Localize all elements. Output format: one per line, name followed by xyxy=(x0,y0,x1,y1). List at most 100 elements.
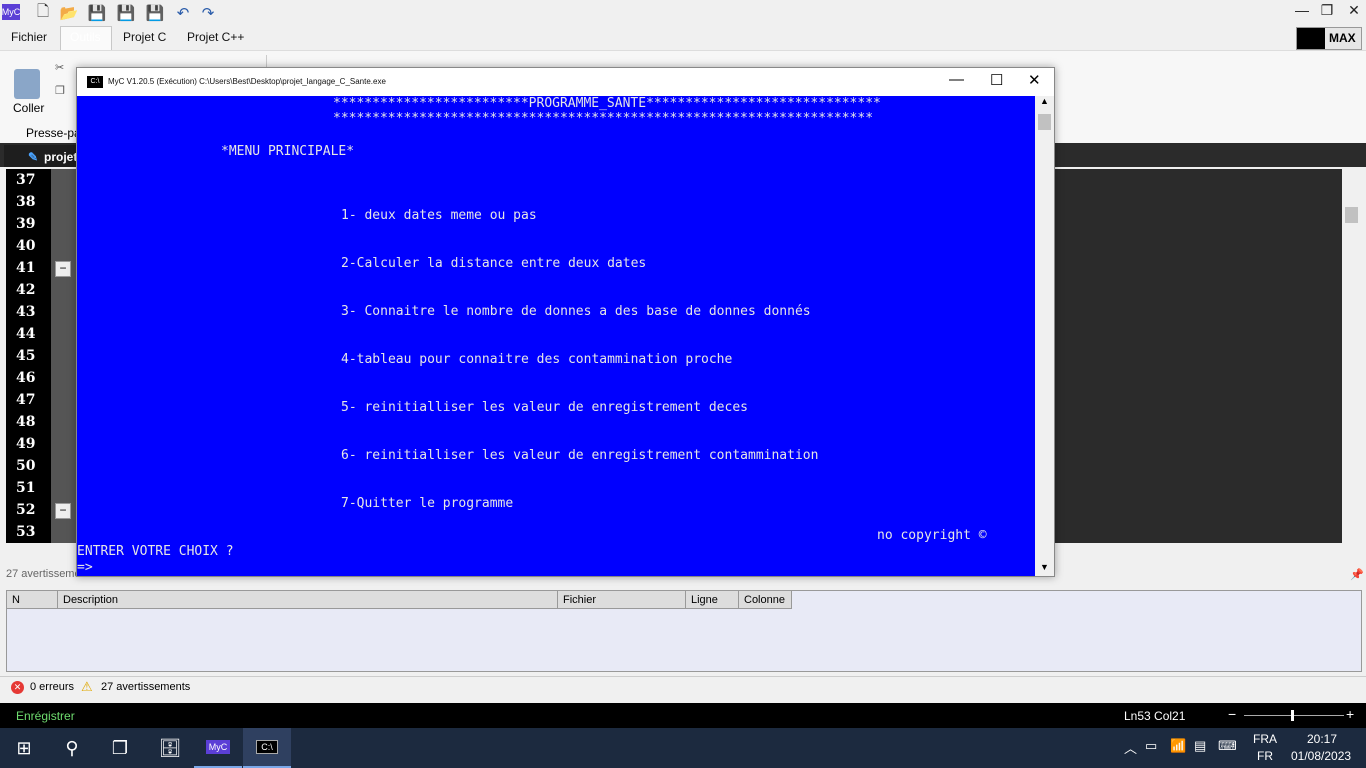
zoom-in-icon[interactable]: + xyxy=(1346,706,1354,722)
task-view-icon[interactable]: ❐ xyxy=(96,728,144,768)
cut-icon[interactable]: ✂ xyxy=(55,61,64,74)
zoom-out-icon[interactable]: − xyxy=(1228,706,1236,722)
app-logo-icon: MyC xyxy=(2,4,20,20)
close-icon[interactable]: ✕ xyxy=(1340,2,1366,22)
max-label: MAX xyxy=(1329,31,1356,45)
menu-title: *MENU PRINCIPALE* xyxy=(221,144,355,159)
console-taskbar-icon[interactable]: C:\ xyxy=(243,728,291,768)
menu-fichier[interactable]: Fichier xyxy=(11,30,47,44)
new-file-icon[interactable]: 🗋 xyxy=(32,3,54,23)
line-number: 40 xyxy=(16,238,36,254)
undo-icon[interactable]: ↶ xyxy=(172,3,194,23)
menu-outils[interactable]: Outils xyxy=(70,30,101,44)
warning-icon: ⚠ xyxy=(81,679,93,694)
notes-icon[interactable]: ▤ xyxy=(1194,738,1206,754)
console-titlebar[interactable]: C:\ MyC V1.20.5 (Exécution) C:\Users\Bes… xyxy=(77,68,1054,96)
restore-icon[interactable]: ❐ xyxy=(1313,2,1341,22)
keyboard-icon[interactable]: ⌨ xyxy=(1218,738,1237,754)
zoom-slider[interactable] xyxy=(1244,715,1344,716)
status-bar: Enrégistrer Ln53 Col21 − + xyxy=(0,703,1366,728)
explorer-icon[interactable]: 🗄 xyxy=(146,728,194,768)
clipboard-icon[interactable] xyxy=(14,69,40,99)
clock-date[interactable]: 01/08/2023 xyxy=(1291,749,1351,763)
redo-icon[interactable]: ↷ xyxy=(197,3,219,23)
console-close-icon[interactable]: ✕ xyxy=(1028,71,1041,89)
search-icon[interactable]: ⚲ xyxy=(48,728,96,768)
col-header-colonne[interactable]: Colonne xyxy=(739,591,792,609)
pencil-icon: ✎ xyxy=(28,150,39,164)
line-number: 52 xyxy=(16,502,36,518)
battery-icon[interactable]: ▭ xyxy=(1145,738,1157,754)
line-number: 50 xyxy=(16,458,36,474)
editor-text-area[interactable] xyxy=(1052,169,1342,543)
minimize-icon[interactable]: — xyxy=(1288,2,1316,22)
menu-option: 5- reinitialliser les valeur de enregist… xyxy=(341,400,748,415)
line-number: 44 xyxy=(16,326,36,342)
scroll-thumb[interactable] xyxy=(1345,207,1358,223)
line-number: 38 xyxy=(16,194,36,210)
max-indicator[interactable]: MAX xyxy=(1296,27,1362,50)
zoom-slider-thumb[interactable] xyxy=(1291,710,1294,721)
tray-chevron-icon[interactable]: ︿ xyxy=(1124,738,1137,757)
network-icon[interactable]: 📶 xyxy=(1170,738,1186,754)
warnings-count[interactable]: 27 avertissements xyxy=(101,681,190,693)
menu-option: 1- deux dates meme ou pas xyxy=(341,208,537,223)
choice-prompt: ENTRER VOTRE CHOIX ? xyxy=(77,544,234,559)
line-number: 41 xyxy=(16,260,36,276)
open-folder-icon[interactable]: 📂 xyxy=(58,3,80,23)
input-cursor[interactable]: => xyxy=(77,560,93,575)
status-message: Enrégistrer xyxy=(16,709,75,723)
scroll-down-icon[interactable]: ▼ xyxy=(1040,562,1049,572)
editor-vertical-scrollbar[interactable] xyxy=(1342,169,1362,543)
doc-tab[interactable]: ✎ projet xyxy=(4,145,78,167)
copyright-text: no copyright © xyxy=(877,528,987,543)
console-maximize-icon[interactable]: ☐ xyxy=(990,71,1003,89)
pin-icon[interactable]: 📌 xyxy=(1350,568,1364,581)
menu-projet-cpp[interactable]: Projet C++ xyxy=(187,30,244,44)
line-number: 45 xyxy=(16,348,36,364)
line-number: 51 xyxy=(16,480,36,496)
fold-toggle-icon[interactable]: − xyxy=(55,261,71,277)
line-number: 48 xyxy=(16,414,36,430)
doc-tab-label: projet xyxy=(44,150,78,164)
windows-start-icon[interactable]: ⊞ xyxy=(0,728,48,768)
menu-option: 7-Quitter le programme xyxy=(341,496,514,511)
menu-option: 2-Calculer la distance entre deux dates xyxy=(341,256,647,271)
menu-option: 4-tableau pour connaitre des contamminat… xyxy=(341,352,733,367)
scroll-thumb[interactable] xyxy=(1038,114,1051,130)
line-number: 39 xyxy=(16,216,36,232)
console-app-icon: C:\ xyxy=(87,76,103,88)
col-header-ligne[interactable]: Ligne xyxy=(686,591,739,609)
language-indicator[interactable]: FRA xyxy=(1253,732,1277,746)
col-header-description[interactable]: Description xyxy=(58,591,558,609)
menu-option: 6- reinitialliser les valeur de enregist… xyxy=(341,448,819,463)
console-minimize-icon[interactable]: — xyxy=(949,71,964,88)
menu-bar: Fichier Outils Projet C Projet C++ xyxy=(0,26,1366,51)
console-output[interactable]: *************************PROGRAMME_SANTE… xyxy=(77,96,1035,576)
menu-projet-c[interactable]: Projet C xyxy=(123,30,166,44)
save-as-icon[interactable]: 💾 xyxy=(115,3,137,23)
col-header-fichier[interactable]: Fichier xyxy=(558,591,686,609)
paste-button-label[interactable]: Coller xyxy=(13,101,44,115)
line-number: 53 xyxy=(16,524,36,540)
console-scrollbar[interactable]: ▲ ▼ xyxy=(1035,96,1054,576)
scroll-up-icon[interactable]: ▲ xyxy=(1040,96,1049,106)
copy-icon[interactable]: ❐ xyxy=(55,84,65,97)
line-number: 43 xyxy=(16,304,36,320)
myc-taskbar-icon[interactable]: MyC xyxy=(194,728,242,768)
clock-time[interactable]: 20:17 xyxy=(1307,732,1337,746)
fold-margin: − − xyxy=(51,169,76,543)
console-window[interactable]: C:\ MyC V1.20.5 (Exécution) C:\Users\Bes… xyxy=(76,67,1055,577)
save-all-icon[interactable]: 💾 xyxy=(144,3,166,23)
errors-count[interactable]: 0 erreurs xyxy=(30,681,74,693)
ide-titlebar: MyC 🗋 📂 💾 💾 💾 ↶ ↷ — ❐ ✕ xyxy=(0,0,1366,26)
line-number: 37 xyxy=(16,172,36,188)
keyboard-layout[interactable]: FR xyxy=(1257,749,1273,763)
line-number: 46 xyxy=(16,370,36,386)
col-header-n[interactable]: N xyxy=(7,591,58,609)
cursor-position: Ln53 Col21 xyxy=(1124,709,1186,723)
save-icon[interactable]: 💾 xyxy=(86,3,108,23)
fold-toggle-icon[interactable]: − xyxy=(55,503,71,519)
console-header-line: ****************************************… xyxy=(333,111,874,126)
warnings-table: N Description Fichier Ligne Colonne xyxy=(6,590,1362,672)
